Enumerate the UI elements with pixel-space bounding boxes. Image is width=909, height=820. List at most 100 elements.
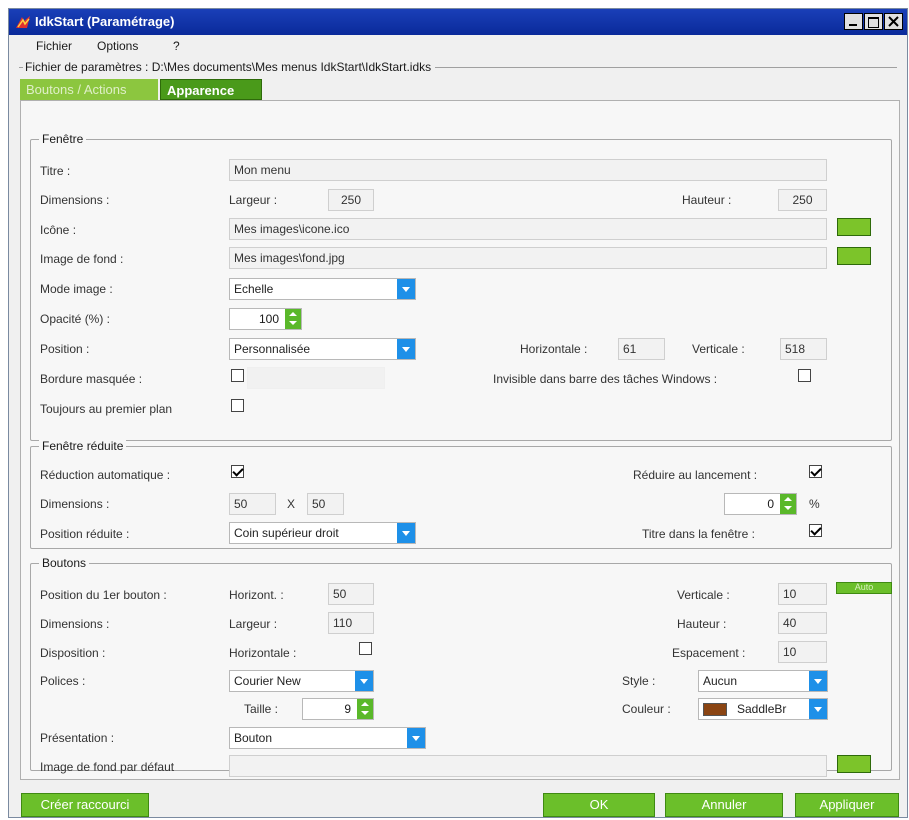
group-fenetre: Fenêtre: [30, 132, 892, 441]
image-defaut-label: Image de fond par défaut: [40, 760, 175, 774]
chevron-down-icon[interactable]: [397, 279, 415, 299]
image-fond-browse-button[interactable]: [837, 247, 871, 265]
group-title-boutons: Boutons: [39, 556, 90, 570]
presentation-value: Bouton: [234, 731, 273, 745]
chevron-down-icon[interactable]: [355, 671, 373, 691]
titre-fenetre-checkbox[interactable]: [809, 524, 822, 537]
spin-arrows-icon[interactable]: [357, 699, 373, 719]
title-bar[interactable]: IdkStart (Paramétrage): [9, 9, 907, 35]
chevron-down-icon[interactable]: [809, 671, 827, 691]
position-reduite-label: Position réduite :: [40, 527, 130, 541]
taille-spinner[interactable]: 9: [302, 698, 374, 720]
ok-button[interactable]: OK: [543, 793, 655, 817]
bouton-largeur-input[interactable]: 110: [328, 612, 374, 634]
app-icon: [16, 16, 30, 28]
invisible-checkbox[interactable]: [798, 369, 811, 382]
position-reduite-select[interactable]: Coin supérieur droit: [229, 522, 416, 544]
mode-image-label: Mode image :: [40, 282, 113, 296]
mode-image-select[interactable]: Echelle: [229, 278, 416, 300]
chevron-down-icon[interactable]: [407, 728, 425, 748]
couleur-label: Couleur :: [622, 702, 671, 716]
espacement-label: Espacement :: [672, 646, 746, 660]
style-label: Style :: [622, 674, 656, 688]
close-icon: [888, 16, 899, 27]
settings-window: IdkStart (Paramétrage) Fichier Options ?…: [8, 8, 908, 818]
tab-boutons-actions[interactable]: Boutons / Actions: [20, 79, 158, 100]
horizontale-input[interactable]: 61: [618, 338, 665, 360]
bouton-hauteur-label: Hauteur :: [677, 617, 727, 631]
reduite-percent-spinner[interactable]: 0: [724, 493, 797, 515]
opacite-value: 100: [258, 312, 279, 326]
presentation-select[interactable]: Bouton: [229, 727, 426, 749]
percent-label: %: [809, 497, 820, 511]
reduite-dimensions-label: Dimensions :: [40, 497, 110, 511]
opacite-spinner[interactable]: 100: [229, 308, 302, 330]
icone-input[interactable]: Mes images\icone.ico: [229, 218, 827, 240]
bouton-largeur-label: Largeur :: [229, 617, 278, 631]
reduction-label: Réduction automatique :: [40, 468, 171, 482]
window-controls: [843, 13, 903, 30]
position-select[interactable]: Personnalisée: [229, 338, 416, 360]
taille-value: 9: [344, 702, 351, 716]
icone-browse-button[interactable]: [837, 218, 871, 236]
horizont-input[interactable]: 50: [328, 583, 374, 605]
police-select[interactable]: Courier New: [229, 670, 374, 692]
police-value: Courier New: [234, 674, 301, 688]
reduite-percent-value: 0: [767, 497, 774, 511]
verticale-label: Verticale :: [692, 342, 745, 356]
reduite-width-input[interactable]: 50: [229, 493, 276, 515]
menu-options[interactable]: Options: [97, 39, 138, 53]
chevron-down-icon[interactable]: [397, 339, 415, 359]
titre-input[interactable]: Mon menu: [229, 159, 827, 181]
appliquer-button[interactable]: Appliquer: [795, 793, 899, 817]
position-label: Position :: [40, 342, 90, 356]
minimize-button[interactable]: [844, 13, 863, 30]
reduite-height-input[interactable]: 50: [307, 493, 344, 515]
largeur-input[interactable]: 250: [328, 189, 374, 211]
spin-arrows-icon[interactable]: [285, 309, 301, 329]
bouton-verticale-input[interactable]: 10: [778, 583, 827, 605]
dimensions-label: Dimensions :: [40, 193, 110, 207]
position-bouton-label: Position du 1er bouton :: [40, 588, 167, 602]
style-select[interactable]: Aucun: [698, 670, 828, 692]
spin-arrows-icon[interactable]: [780, 494, 796, 514]
hauteur-input[interactable]: 250: [778, 189, 827, 211]
annuler-button[interactable]: Annuler: [665, 793, 783, 817]
maximize-icon: [868, 17, 879, 28]
tab-apparence[interactable]: Apparence: [160, 79, 262, 100]
largeur-label: Largeur :: [229, 193, 278, 207]
image-fond-label: Image de fond :: [40, 252, 124, 266]
auto-button[interactable]: Auto: [836, 582, 892, 594]
menu-fichier[interactable]: Fichier: [36, 39, 72, 53]
maximize-button[interactable]: [864, 13, 883, 30]
window-title: IdkStart (Paramétrage): [35, 14, 175, 29]
menu-help[interactable]: ?: [173, 39, 180, 53]
bouton-hauteur-input[interactable]: 40: [778, 612, 827, 634]
x-label: X: [287, 497, 296, 511]
apparence-panel: Fenêtre Titre : Mon menu Dimensions : La…: [20, 100, 900, 780]
reduire-checkbox[interactable]: [809, 465, 822, 478]
disposition-horizontale-checkbox[interactable]: [359, 642, 372, 655]
image-fond-input[interactable]: Mes images\fond.jpg: [229, 247, 827, 269]
verticale-input[interactable]: 518: [780, 338, 827, 360]
bouton-dimensions-label: Dimensions :: [40, 617, 110, 631]
bordure-checkbox[interactable]: [231, 369, 244, 382]
close-button[interactable]: [884, 13, 903, 30]
horizont-label: Horizont. :: [229, 588, 284, 602]
image-defaut-browse-button[interactable]: [837, 755, 871, 773]
couleur-select[interactable]: SaddleBr: [698, 698, 828, 720]
polices-label: Polices :: [40, 674, 86, 688]
reduire-label: Réduire au lancement :: [633, 468, 758, 482]
image-defaut-input[interactable]: [229, 755, 827, 777]
taille-label: Taille :: [244, 702, 279, 716]
chevron-down-icon[interactable]: [809, 699, 827, 719]
espacement-input[interactable]: 10: [778, 641, 827, 663]
chevron-down-icon[interactable]: [397, 523, 415, 543]
creer-raccourci-button[interactable]: Créer raccourci: [21, 793, 149, 817]
reduction-checkbox[interactable]: [231, 465, 244, 478]
toujours-label: Toujours au premier plan: [40, 402, 173, 416]
group-title-fenetre-reduite: Fenêtre réduite: [39, 439, 127, 453]
menu-bar: Fichier Options ?: [9, 35, 907, 57]
toujours-checkbox[interactable]: [231, 399, 244, 412]
couleur-value: SaddleBr: [737, 702, 787, 716]
